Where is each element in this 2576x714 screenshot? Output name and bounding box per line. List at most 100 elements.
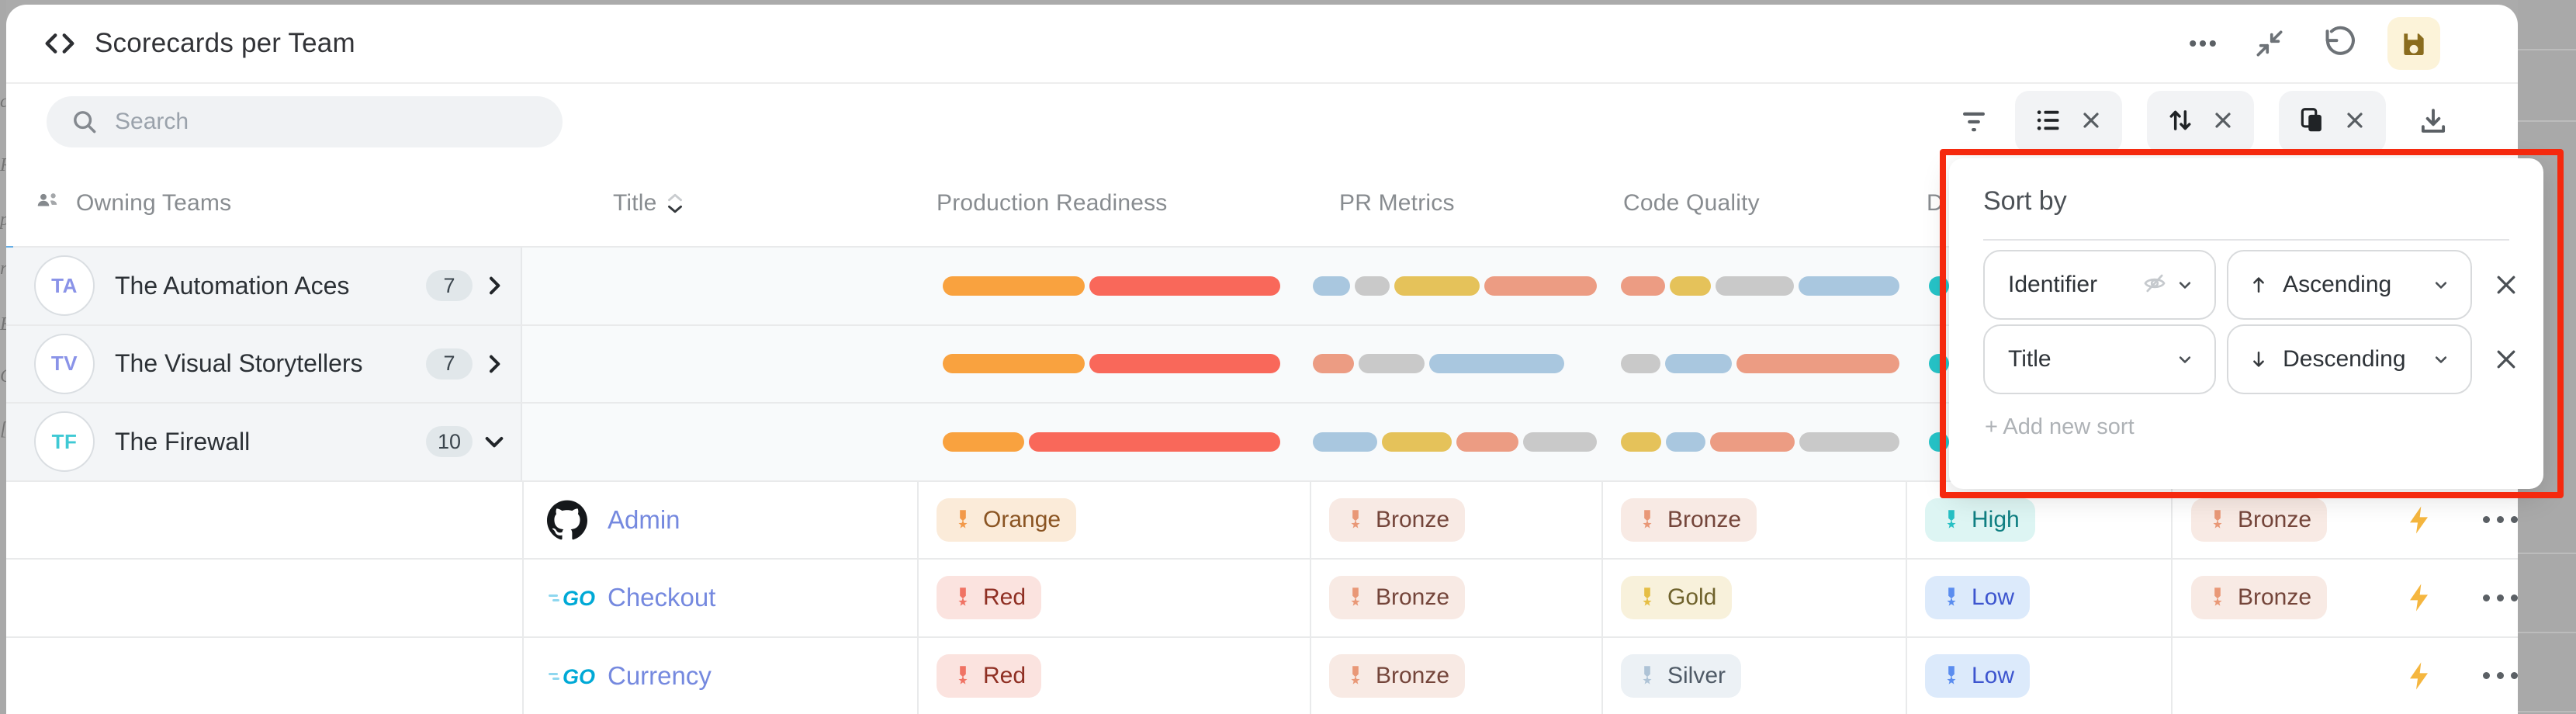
search-input[interactable] — [113, 108, 504, 136]
score-bars — [1601, 354, 1899, 373]
search-icon — [70, 107, 99, 137]
add-new-sort-button[interactable]: + Add new sort — [1985, 414, 2135, 440]
titlebar: Scorecards per Team — [6, 5, 2518, 84]
badge-label: Bronze — [1376, 584, 1449, 611]
clear-group-icon[interactable] — [2079, 108, 2103, 137]
score-bars — [1310, 354, 1564, 373]
column-header-code-quality[interactable]: Code Quality — [1623, 160, 1760, 246]
clear-sort-icon[interactable] — [2211, 108, 2235, 137]
badge-cell: Low — [1906, 560, 2171, 636]
more-options-icon[interactable] — [2186, 26, 2220, 61]
remove-sort-icon[interactable] — [2492, 345, 2520, 373]
status-badge: Bronze — [2191, 576, 2327, 619]
status-badge: Silver — [1621, 654, 1741, 698]
bar-segment — [1799, 432, 1899, 452]
badge-cell: High — [1906, 482, 2171, 559]
column-header-production-readiness[interactable]: Production Readiness — [937, 160, 1168, 246]
standards-badge-slot: Bronze — [2171, 576, 2360, 619]
column-header-label: PR Metrics — [1339, 190, 1455, 217]
row-menu-icon[interactable] — [2483, 516, 2518, 523]
screen: cRprEC[ Scorecards per Team — [0, 0, 2576, 714]
column-header-title[interactable]: Title — [613, 160, 684, 246]
bar-segment — [1621, 276, 1665, 296]
columns-control-pill[interactable] — [2279, 91, 2386, 153]
sort-panel-title: Sort by — [1983, 186, 2509, 217]
undo-icon[interactable] — [2319, 26, 2355, 61]
row-menu-icon[interactable] — [2483, 672, 2518, 679]
badge-label: Red — [983, 584, 1026, 611]
sort-direction-dropdown[interactable]: Descending — [2227, 324, 2472, 394]
collapse-icon[interactable] — [2252, 26, 2287, 61]
badge-label: Bronze — [1376, 507, 1449, 533]
sort-field-value: Identifier — [2008, 272, 2141, 298]
bars-cell — [917, 326, 1310, 403]
status-badge: Low — [1925, 576, 2030, 619]
score-bars — [1906, 276, 1949, 296]
row-menu-icon[interactable] — [2483, 594, 2518, 601]
empty-team-cell — [6, 482, 522, 559]
status-badge: Red — [937, 654, 1041, 698]
bar-segment — [1029, 432, 1280, 452]
medal-icon — [1636, 509, 1658, 531]
chevron-down-icon[interactable] — [482, 429, 507, 454]
lightning-icon[interactable] — [2404, 504, 2435, 536]
sort-rule-row: Title Descending — [1983, 324, 2520, 394]
team-cell[interactable]: TAThe Automation Aces7 — [6, 248, 522, 324]
sort-direction-value: Ascending — [2283, 272, 2424, 298]
column-header-label: Code Quality — [1623, 190, 1760, 217]
chevron-down-icon — [2174, 274, 2196, 296]
lightning-icon[interactable] — [2404, 582, 2435, 613]
scorecard-row: GOCurrencyRedBronzeSilverLow — [6, 636, 2518, 714]
group-control-pill[interactable] — [2015, 91, 2122, 153]
standards-wrap: Bronze — [2171, 576, 2518, 619]
bar-segment — [1089, 276, 1280, 296]
badge-cell: Red — [917, 560, 1310, 636]
bars-cell — [917, 404, 1310, 480]
badge-cell: Bronze — [1310, 638, 1601, 714]
sort-field-dropdown[interactable]: Title — [1983, 324, 2216, 394]
column-header-clipped[interactable]: D — [1927, 160, 1944, 246]
team-cell[interactable]: TFThe Firewall10 — [6, 404, 522, 480]
sort-direction-value: Descending — [2283, 346, 2424, 373]
sort-field-dropdown[interactable]: Identifier — [1983, 250, 2216, 320]
bar-segment — [1929, 354, 1949, 373]
sort-control-pill[interactable] — [2147, 91, 2254, 153]
column-header-label: D — [1927, 190, 1944, 217]
scorecard-link[interactable]: Admin — [608, 505, 680, 535]
clear-columns-icon[interactable] — [2342, 108, 2367, 137]
chevron-right-icon[interactable] — [482, 352, 507, 376]
arrow-down-icon — [2247, 348, 2270, 371]
medal-icon — [2207, 587, 2228, 608]
chevron-down-icon — [2174, 348, 2196, 370]
sort-direction-dropdown[interactable]: Ascending — [2227, 250, 2472, 320]
bar-segment — [1456, 432, 1518, 452]
bar-segment — [1666, 432, 1705, 452]
github-icon — [547, 500, 608, 540]
download-icon[interactable] — [2417, 106, 2450, 138]
medal-icon — [1941, 587, 1962, 608]
bar-segment — [1359, 354, 1425, 373]
filter-icon[interactable] — [1958, 106, 1990, 138]
lightning-icon[interactable] — [2404, 660, 2435, 691]
column-header-pr-metrics[interactable]: PR Metrics — [1339, 160, 1455, 246]
remove-sort-icon[interactable] — [2492, 271, 2520, 299]
bar-segment — [1710, 432, 1795, 452]
search-box[interactable] — [47, 96, 563, 147]
column-header-owning-teams[interactable]: Owning Teams — [34, 160, 231, 246]
go-icon: GO — [547, 659, 608, 693]
code-icon — [42, 26, 78, 61]
scorecard-link[interactable]: Checkout — [608, 583, 715, 612]
sort-rule-row: Identifier Ascending — [1983, 250, 2520, 320]
team-cell[interactable]: TVThe Visual Storytellers7 — [6, 326, 522, 403]
standards-cell — [2171, 638, 2518, 714]
medal-icon — [2207, 509, 2228, 531]
badge-cell: Red — [917, 638, 1310, 714]
medal-icon — [952, 509, 974, 531]
sort-indicator[interactable] — [667, 192, 684, 214]
save-button[interactable] — [2387, 17, 2440, 70]
scorecard-row: GOCheckoutRedBronzeGoldLowBronze — [6, 558, 2518, 636]
scorecard-link[interactable]: Currency — [608, 661, 712, 691]
go-icon: GO — [547, 581, 608, 615]
teams-icon — [34, 186, 62, 220]
chevron-right-icon[interactable] — [482, 273, 507, 298]
